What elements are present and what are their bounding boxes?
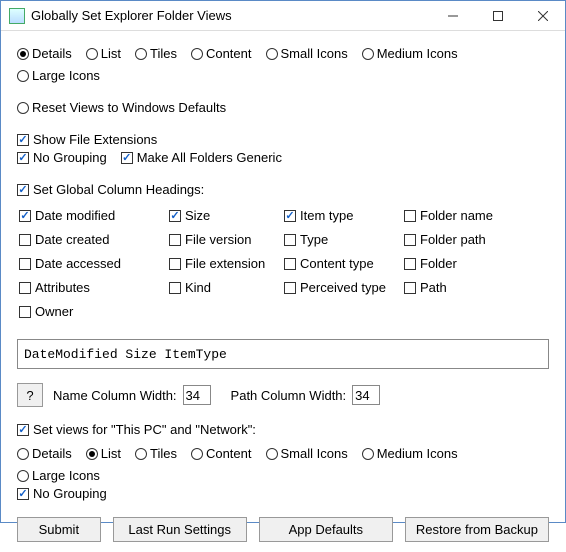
view-radio-list[interactable]: List (86, 45, 121, 63)
column-kind[interactable]: Kind (169, 279, 276, 297)
view-radio-small-icons[interactable]: Small Icons (266, 45, 348, 63)
column-path[interactable]: Path (404, 279, 526, 297)
path-width-input[interactable] (352, 385, 380, 405)
last-run-settings-button[interactable]: Last Run Settings (113, 517, 247, 542)
column-date-modified[interactable]: Date modified (19, 207, 161, 225)
thispc-radio-details[interactable]: Details (17, 445, 72, 463)
thispc-radio-medium-icons[interactable]: Medium Icons (362, 445, 458, 463)
submit-button[interactable]: Submit (17, 517, 101, 542)
thispc-radio-list[interactable]: List (86, 445, 121, 463)
column-headings-textbox[interactable] (17, 339, 549, 369)
column-attributes[interactable]: Attributes (19, 279, 161, 297)
column-file-extension[interactable]: File extension (169, 255, 276, 273)
column-size[interactable]: Size (169, 207, 276, 225)
column-folder-path[interactable]: Folder path (404, 231, 526, 249)
close-button[interactable] (520, 1, 565, 30)
app-icon (9, 8, 25, 24)
column-type[interactable]: Type (284, 231, 396, 249)
no-grouping-checkbox[interactable]: No Grouping (17, 149, 107, 167)
name-width-input[interactable] (183, 385, 211, 405)
restore-from-backup-button[interactable]: Restore from Backup (405, 517, 549, 542)
thispc-radio-large-icons[interactable]: Large Icons (17, 467, 100, 485)
reset-views-label: Reset Views to Windows Defaults (32, 99, 226, 117)
column-folder-name[interactable]: Folder name (404, 207, 526, 225)
path-width-label: Path Column Width: (231, 388, 347, 403)
set-column-headings-checkbox[interactable]: Set Global Column Headings: (17, 181, 204, 199)
thispc-radio-tiles[interactable]: Tiles (135, 445, 177, 463)
column-date-accessed[interactable]: Date accessed (19, 255, 161, 273)
column-content-type[interactable]: Content type (284, 255, 396, 273)
reset-views-radio[interactable]: Reset Views to Windows Defaults (17, 99, 226, 117)
titlebar: Globally Set Explorer Folder Views (1, 1, 565, 31)
view-radio-content[interactable]: Content (191, 45, 252, 63)
app-defaults-button[interactable]: App Defaults (259, 517, 393, 542)
column-folder[interactable]: Folder (404, 255, 526, 273)
thispc-radio-content[interactable]: Content (191, 445, 252, 463)
window-title: Globally Set Explorer Folder Views (31, 8, 430, 23)
column-headings-grid: Date modified Size Item type Folder name Dat… (19, 207, 549, 321)
help-button[interactable]: ? (17, 383, 43, 407)
thispc-view-radios: Details List Tiles Content Small Icons Medium… (17, 445, 549, 485)
column-file-version[interactable]: File version (169, 231, 276, 249)
view-radio-medium-icons[interactable]: Medium Icons (362, 45, 458, 63)
view-radio-large-icons[interactable]: Large Icons (17, 67, 100, 85)
column-item-type[interactable]: Item type (284, 207, 396, 225)
set-thispc-checkbox[interactable]: Set views for "This PC" and "Network": (17, 421, 256, 439)
name-width-label: Name Column Width: (53, 388, 177, 403)
view-radio-details[interactable]: Details (17, 45, 72, 63)
thispc-no-grouping-checkbox[interactable]: No Grouping (17, 485, 107, 503)
column-date-created[interactable]: Date created (19, 231, 161, 249)
minimize-button[interactable] (430, 1, 475, 30)
maximize-button[interactable] (475, 1, 520, 30)
view-radio-tiles[interactable]: Tiles (135, 45, 177, 63)
thispc-radio-small-icons[interactable]: Small Icons (266, 445, 348, 463)
column-owner[interactable]: Owner (19, 303, 161, 321)
view-mode-radios: Details List Tiles Content Small Icons Medium… (17, 45, 549, 85)
show-file-extensions-checkbox[interactable]: Show File Extensions (17, 131, 157, 149)
make-generic-checkbox[interactable]: Make All Folders Generic (121, 149, 282, 167)
column-perceived-type[interactable]: Perceived type (284, 279, 396, 297)
